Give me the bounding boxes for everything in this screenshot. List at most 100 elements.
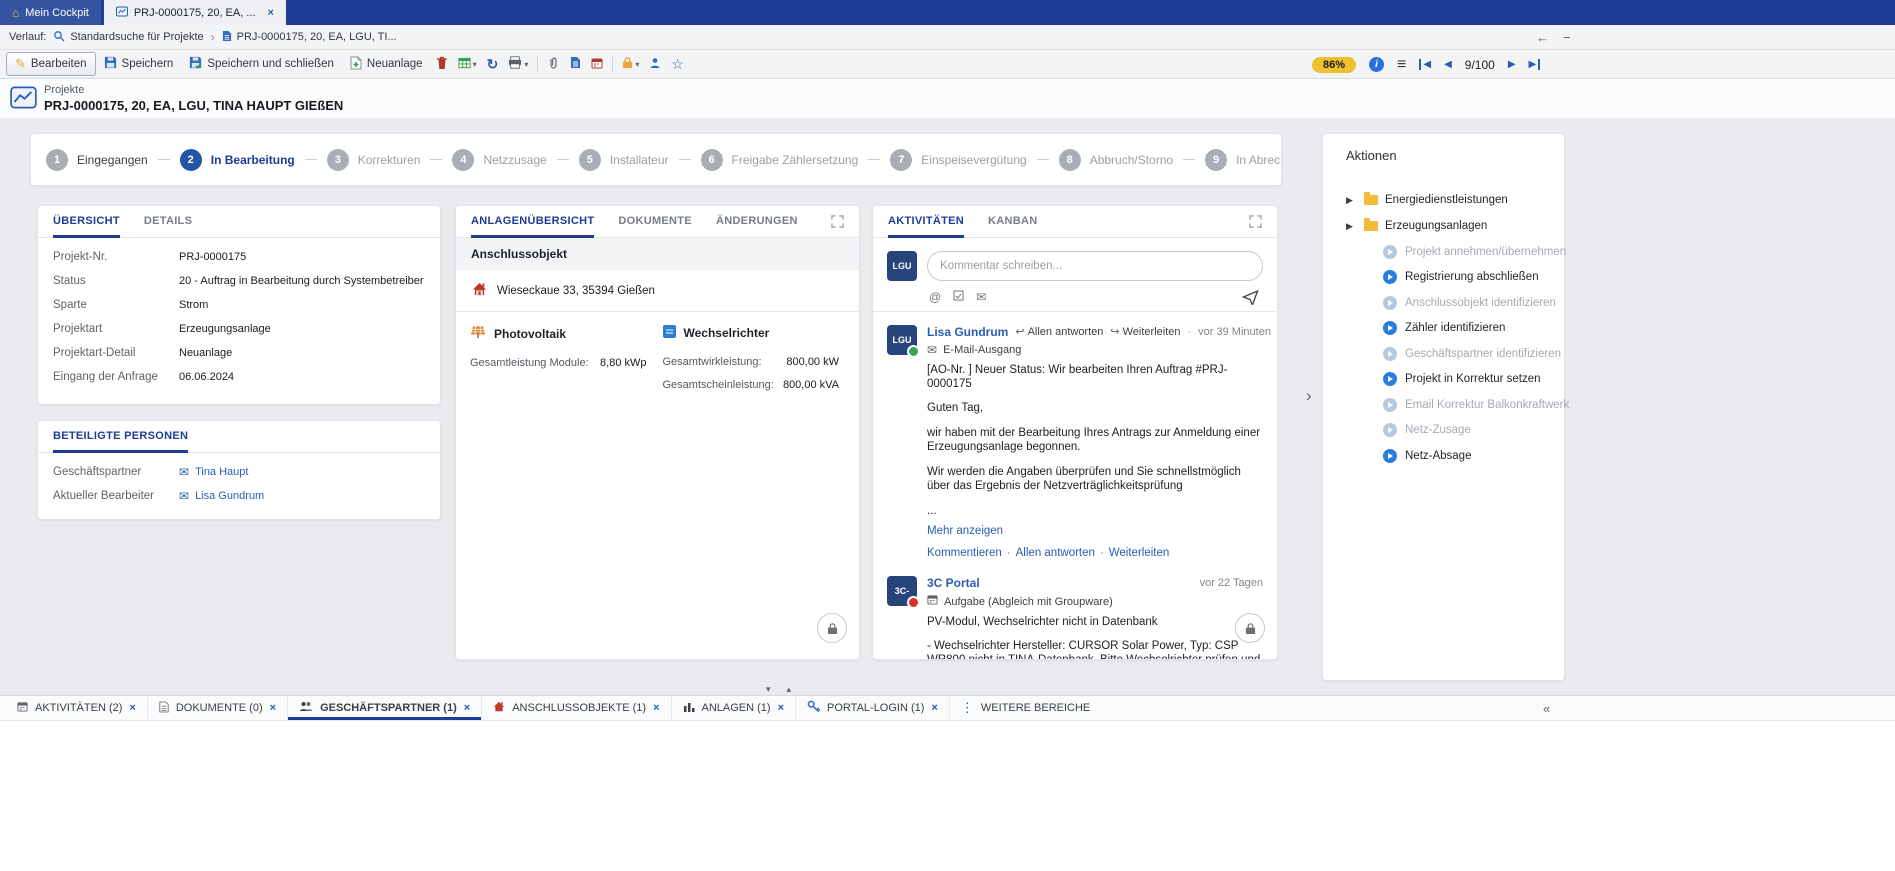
table-view-button[interactable]: ▾ bbox=[453, 54, 482, 75]
tab-details[interactable]: DETAILS bbox=[144, 206, 192, 238]
action-label: Netz-Zusage bbox=[1405, 424, 1471, 436]
task-icon[interactable] bbox=[953, 290, 964, 304]
comment-link[interactable]: Kommentieren bbox=[927, 546, 1002, 560]
step-abbruch-storno[interactable]: 8 Abbruch/Storno bbox=[1059, 149, 1173, 171]
close-tab-icon[interactable]: × bbox=[129, 702, 135, 714]
tab-kanban[interactable]: KANBAN bbox=[988, 206, 1037, 238]
save-and-close-button[interactable]: Speichern und schließen bbox=[181, 53, 342, 75]
close-tab-icon[interactable]: × bbox=[653, 702, 659, 714]
tab-mein-cockpit[interactable]: ⌂ Mein Cockpit bbox=[0, 0, 101, 25]
action-zaehler-identifizieren[interactable]: Zähler identifizieren bbox=[1323, 316, 1564, 342]
step-freigabe-zaehlersetzung[interactable]: 6 Freigabe Zählersetzung bbox=[701, 149, 859, 171]
collapse-up-icon[interactable]: ▴ bbox=[787, 684, 792, 695]
tab-aktivitaeten[interactable]: AKTIVITÄTEN bbox=[888, 206, 964, 238]
history-remove-icon[interactable]: − bbox=[1563, 30, 1571, 45]
mention-icon[interactable]: @ bbox=[929, 290, 941, 304]
privacy-lock-button[interactable] bbox=[817, 613, 847, 643]
email-body-line: ... bbox=[927, 504, 1263, 518]
run-action-icon[interactable] bbox=[1383, 372, 1397, 386]
panel-resize-control[interactable]: ▾ ▴ bbox=[766, 684, 791, 695]
activity-author[interactable]: Lisa Gundrum bbox=[927, 325, 1008, 339]
delete-button[interactable] bbox=[431, 53, 453, 76]
field-status: Status 20 - Auftrag in Bearbeitung durch… bbox=[38, 269, 440, 293]
step-in-abrechnung[interactable]: 9 In Abrechnung bbox=[1205, 149, 1282, 171]
step-installateur[interactable]: 5 Installateur bbox=[579, 149, 669, 171]
action-projekt-in-korrektur[interactable]: Projekt in Korrektur setzen bbox=[1323, 367, 1564, 393]
tree-expanded-icon[interactable]: ▶ bbox=[1346, 221, 1357, 232]
step-einspeiseverguetung[interactable]: 7 Einspeisevergütung bbox=[890, 149, 1026, 171]
last-record-icon[interactable]: ▶ bbox=[1529, 59, 1541, 70]
menu-icon[interactable]: ≡ bbox=[1397, 56, 1406, 74]
tab-aenderungen[interactable]: ÄNDERUNGEN bbox=[716, 206, 798, 238]
history-back-icon[interactable]: ← bbox=[1536, 30, 1549, 45]
partner-link[interactable]: ✉ Tina Haupt bbox=[179, 465, 248, 479]
tab-geschaeftspartner-bereich[interactable]: GESCHÄFTSPARTNER (1) × bbox=[288, 696, 482, 720]
close-tab-icon[interactable]: × bbox=[931, 702, 937, 714]
close-tab-icon[interactable]: × bbox=[270, 702, 276, 714]
collapse-down-icon[interactable]: ▾ bbox=[766, 684, 771, 695]
tab-weitere-bereiche[interactable]: ⋮ WEITERE BEREICHE bbox=[950, 696, 1101, 720]
next-record-icon[interactable]: ▶ bbox=[1508, 59, 1516, 70]
reply-all-link[interactable]: Allen antworten bbox=[1016, 546, 1095, 560]
action-registrierung-abschliessen[interactable]: Registrierung abschließen bbox=[1323, 265, 1564, 291]
connection-object-address[interactable]: Wieseckaue 33, 35394 Gießen bbox=[456, 270, 859, 312]
history-item-search[interactable]: Standardsuche für Projekte bbox=[53, 30, 203, 45]
comment-input[interactable] bbox=[927, 251, 1263, 281]
step-label: Abbruch/Storno bbox=[1090, 153, 1173, 167]
attachment-button[interactable] bbox=[542, 53, 565, 76]
tab-aktivitaeten-bereich[interactable]: AKTIVITÄTEN (2) × bbox=[6, 696, 148, 720]
tab-anschlussobjekte-bereich[interactable]: ANSCHLUSSOBJEKTE (1) × bbox=[482, 696, 671, 720]
tab-anlagen-bereich[interactable]: ANLAGEN (1) × bbox=[672, 696, 797, 720]
folder-energiedienstleistungen[interactable]: ▶ Energiedienstleistungen bbox=[1323, 187, 1564, 213]
favorite-button[interactable]: ☆ bbox=[666, 53, 689, 76]
tab-portal-login-bereich[interactable]: PORTAL-LOGIN (1) × bbox=[796, 696, 950, 720]
step-eingegangen[interactable]: 1 Eingegangen bbox=[46, 149, 148, 171]
new-record-button[interactable]: Neuanlage bbox=[342, 53, 431, 76]
expand-panel-icon[interactable] bbox=[831, 206, 844, 237]
folder-erzeugungsanlagen[interactable]: ▶ Erzeugungsanlagen bbox=[1323, 213, 1564, 239]
forward-action[interactable]: ↪ Weiterleiten bbox=[1110, 325, 1180, 339]
report-button[interactable] bbox=[565, 53, 586, 75]
activity-author[interactable]: 3C Portal bbox=[927, 576, 980, 590]
refresh-button[interactable]: ↻ bbox=[482, 53, 504, 76]
step-in-bearbeitung[interactable]: 2 In Bearbeitung bbox=[180, 149, 295, 171]
panel-collapse-handle[interactable]: › bbox=[1306, 386, 1312, 406]
run-action-icon[interactable] bbox=[1383, 321, 1397, 335]
tab-anlagenuebersicht[interactable]: ANLAGENÜBERSICHT bbox=[471, 206, 594, 238]
tab-project-document[interactable]: PRJ-0000175, 20, EA, ... × bbox=[104, 0, 286, 25]
tab-dokumente-bereich[interactable]: DOKUMENTE (0) × bbox=[148, 696, 288, 720]
email-icon[interactable]: ✉ bbox=[976, 290, 986, 304]
send-icon[interactable] bbox=[1242, 289, 1259, 305]
editor-link[interactable]: ✉ Lisa Gundrum bbox=[179, 489, 264, 503]
step-korrekturen[interactable]: 3 Korrekturen bbox=[327, 149, 421, 171]
tab-label: AKTIVITÄTEN (2) bbox=[35, 702, 122, 714]
expand-panel-icon[interactable] bbox=[1249, 206, 1262, 237]
close-tab-icon[interactable]: × bbox=[464, 702, 470, 714]
run-action-icon[interactable] bbox=[1383, 449, 1397, 463]
expand-side-panel-icon[interactable]: « bbox=[1543, 695, 1550, 721]
first-record-icon[interactable]: ◀ bbox=[1419, 59, 1431, 70]
tab-dokumente[interactable]: DOKUMENTE bbox=[618, 206, 692, 238]
close-tab-icon[interactable]: × bbox=[268, 7, 274, 19]
lock-button[interactable]: ▾ bbox=[617, 53, 644, 75]
reply-all-action[interactable]: ↩ Allen antworten bbox=[1015, 325, 1103, 339]
step-netzzusage[interactable]: 4 Netzzusage bbox=[452, 149, 546, 171]
close-tab-icon[interactable]: × bbox=[778, 702, 784, 714]
history-item-project[interactable]: PRJ-0000175, 20, EA, LGU, TI... bbox=[222, 30, 397, 45]
action-netz-absage[interactable]: Netz-Absage bbox=[1323, 443, 1564, 469]
save-button[interactable]: Speichern bbox=[96, 53, 182, 75]
edit-button[interactable]: ✎ Bearbeiten bbox=[6, 52, 96, 76]
info-icon[interactable]: i bbox=[1369, 57, 1384, 72]
tab-beteiligte-personen[interactable]: BETEILIGTE PERSONEN bbox=[53, 421, 188, 453]
privacy-lock-button[interactable] bbox=[1235, 613, 1265, 643]
forward-link[interactable]: Weiterleiten bbox=[1109, 546, 1170, 560]
print-button[interactable]: ▾ bbox=[503, 53, 533, 75]
calendar-button[interactable] bbox=[586, 54, 608, 75]
run-action-icon[interactable] bbox=[1383, 270, 1397, 284]
tab-uebersicht[interactable]: ÜBERSICHT bbox=[53, 206, 120, 238]
previous-record-icon[interactable]: ◀ bbox=[1444, 59, 1452, 70]
show-more-link[interactable]: Mehr anzeigen bbox=[927, 524, 1263, 538]
action-label: Registrierung abschließen bbox=[1405, 271, 1539, 283]
tree-collapsed-icon[interactable]: ▶ bbox=[1346, 195, 1357, 206]
contact-person-button[interactable] bbox=[644, 54, 666, 75]
